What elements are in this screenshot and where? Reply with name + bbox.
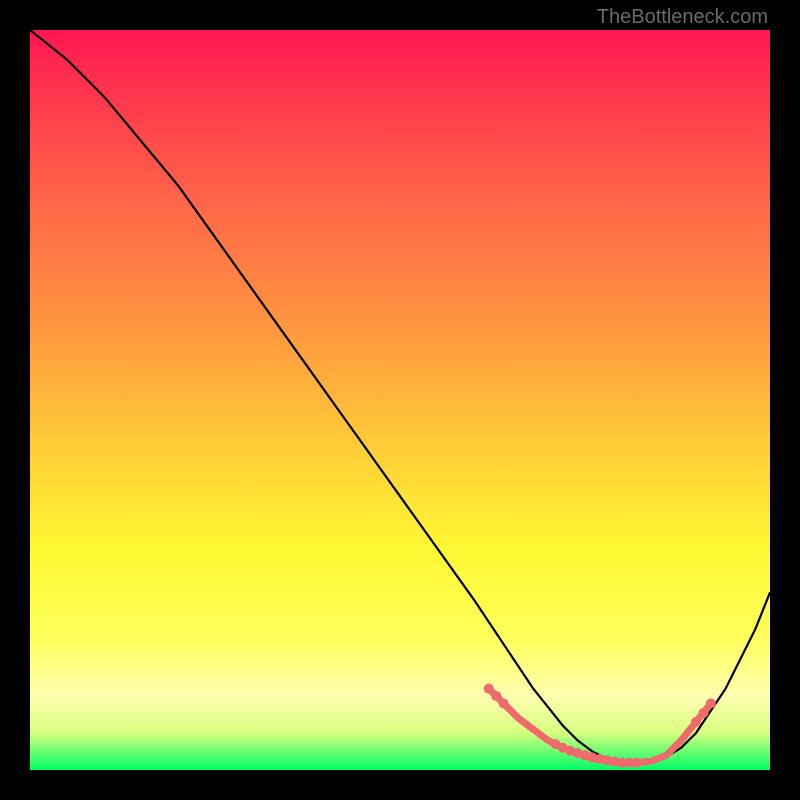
highlight-dot [491,691,501,701]
highlight-dot [698,708,708,718]
highlight-dot [499,698,509,708]
highlight-line [489,689,711,763]
highlight-dots [484,684,716,768]
curve-line [30,30,770,763]
highlight-dot [706,698,716,708]
highlight-dot [632,758,642,768]
chart-area [30,30,770,770]
watermark-text: TheBottleneck.com [597,6,768,29]
highlight-dot [691,717,701,727]
chart-svg [30,30,770,770]
highlight-dot [484,684,494,694]
